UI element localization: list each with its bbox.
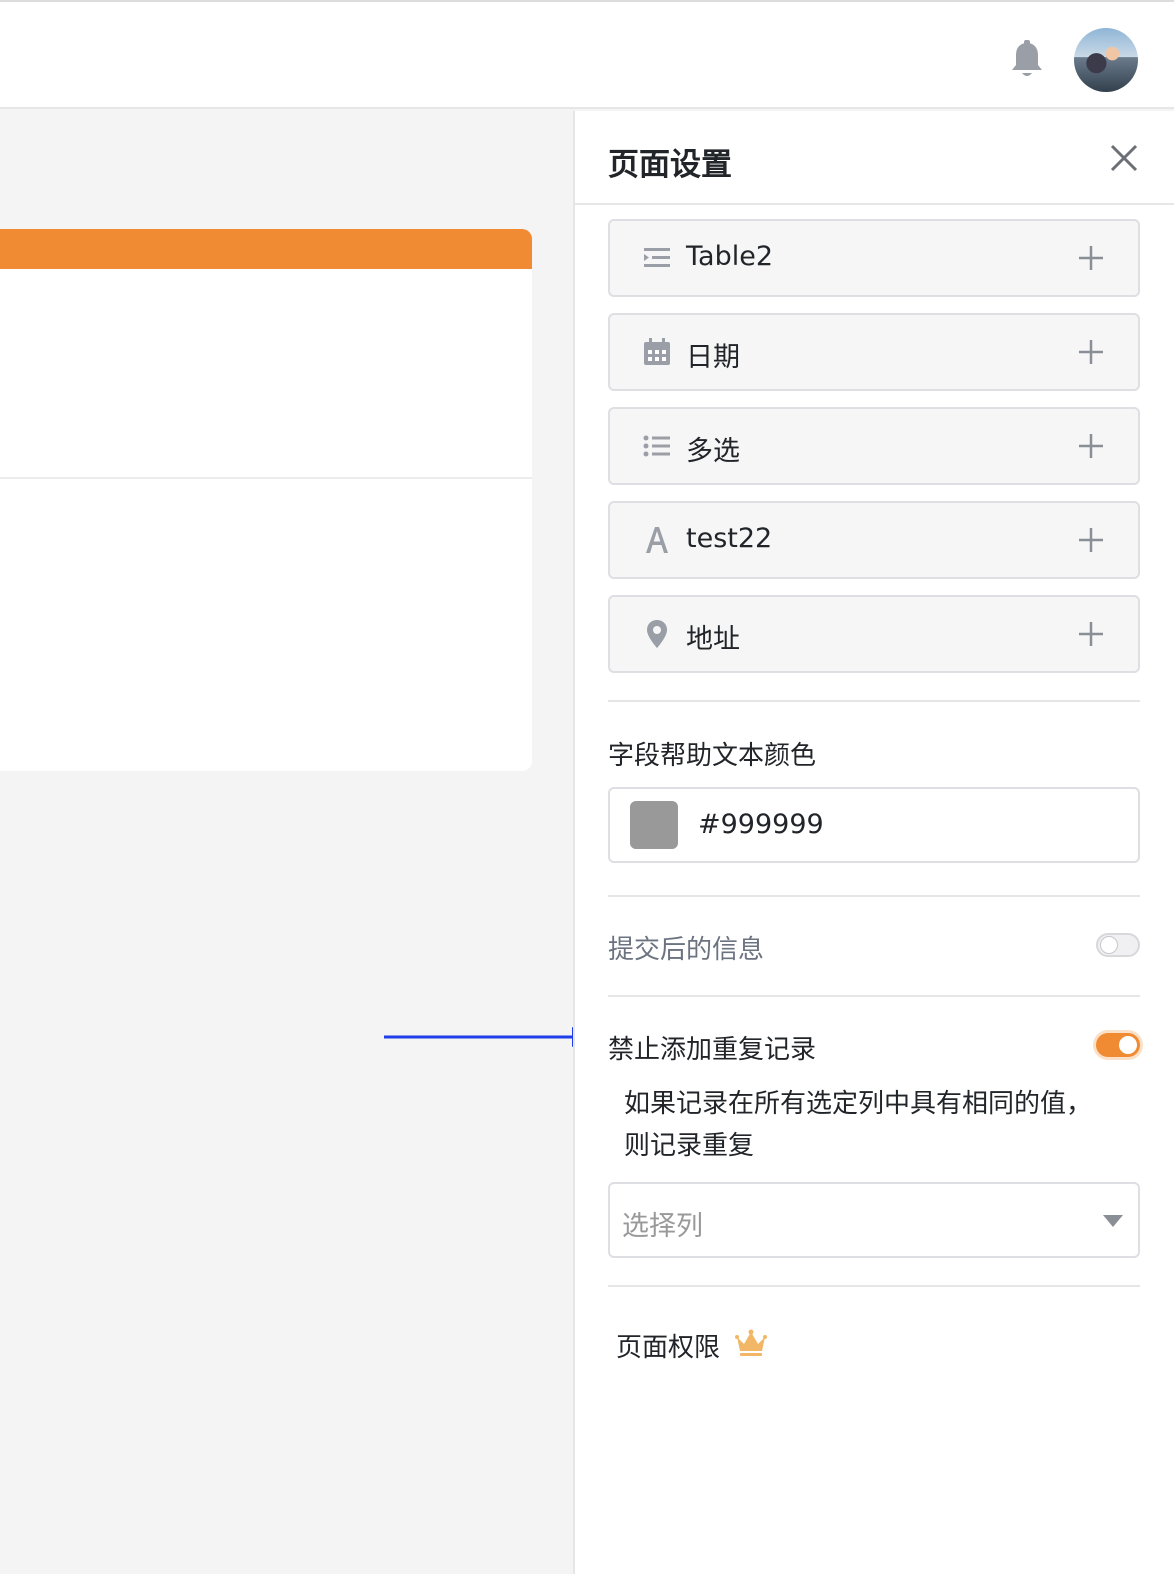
field-item[interactable]: 多选	[608, 407, 1140, 485]
main-content	[0, 111, 573, 1574]
panel-title: 页面设置	[608, 147, 732, 183]
card-divider	[0, 477, 532, 479]
page-settings-panel: 页面设置 Table2 日期 多选 test22 地址 字段帮助文本颜色 #99…	[573, 111, 1174, 1574]
annotation-arrow-icon	[384, 1027, 594, 1047]
text-a-icon	[646, 527, 668, 553]
select-placeholder: 选择列	[622, 1211, 703, 1242]
section-divider	[608, 700, 1140, 702]
toggle-knob	[1100, 936, 1118, 954]
calendar-icon	[644, 338, 670, 365]
color-value: #999999	[698, 809, 824, 840]
column-select[interactable]: 选择列	[608, 1182, 1140, 1258]
prevent-duplicates-toggle[interactable]	[1096, 1033, 1140, 1057]
field-item[interactable]: 日期	[608, 313, 1140, 391]
toggle-knob	[1119, 1036, 1137, 1054]
field-label: 地址	[686, 624, 740, 655]
field-label: 日期	[686, 342, 740, 373]
form-header-bar	[0, 229, 532, 269]
duplicate-description: 如果记录在所有选定列中具有相同的值，则记录重复	[624, 1089, 1093, 1161]
prevent-duplicates-label: 禁止添加重复记录	[608, 1035, 817, 1065]
plus-icon[interactable]	[1076, 337, 1106, 367]
plus-icon[interactable]	[1076, 243, 1106, 273]
bullet-list-icon	[643, 435, 670, 457]
color-swatch[interactable]	[630, 801, 678, 849]
field-label: test22	[686, 523, 773, 554]
crown-icon	[735, 1329, 767, 1356]
help-color-label: 字段帮助文本颜色	[608, 741, 817, 771]
section-divider	[608, 995, 1140, 997]
plus-icon[interactable]	[1076, 431, 1106, 461]
avatar[interactable]	[1074, 28, 1138, 92]
submit-message-label: 提交后的信息	[608, 935, 765, 965]
plus-icon[interactable]	[1076, 525, 1106, 555]
form-preview-card	[0, 229, 532, 771]
plus-icon[interactable]	[1076, 619, 1106, 649]
field-label: 多选	[686, 436, 740, 467]
text-list-icon	[644, 248, 670, 267]
submit-message-toggle[interactable]	[1096, 933, 1140, 957]
bell-icon[interactable]	[1008, 40, 1046, 80]
close-icon[interactable]	[1107, 141, 1141, 175]
field-item[interactable]: 地址	[608, 595, 1140, 673]
page-permissions-label[interactable]: 页面权限	[616, 1327, 720, 1364]
field-label: Table2	[686, 241, 773, 272]
top-bar	[0, 0, 1174, 109]
chevron-down-icon	[1103, 1215, 1123, 1227]
panel-header: 页面设置	[575, 111, 1174, 205]
section-divider	[608, 1285, 1140, 1287]
field-item[interactable]: Table2	[608, 219, 1140, 297]
map-pin-icon	[647, 620, 667, 648]
section-divider	[608, 895, 1140, 897]
field-item[interactable]: test22	[608, 501, 1140, 579]
help-color-input[interactable]: #999999	[608, 787, 1140, 863]
